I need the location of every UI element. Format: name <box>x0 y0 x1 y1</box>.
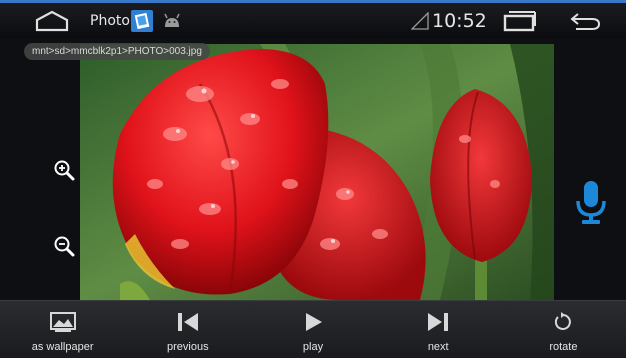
wallpaper-icon <box>49 312 76 332</box>
microphone-icon <box>576 181 606 224</box>
back-button[interactable] <box>568 3 602 38</box>
zoom-in-icon <box>54 160 75 181</box>
rotate-button[interactable]: rotate <box>501 301 626 358</box>
next-label: next <box>427 341 449 353</box>
bottom-toolbar: as wallpaper previous play next rotate <box>0 300 626 358</box>
recent-apps-button[interactable] <box>503 3 537 38</box>
photo-viewer: mnt>sd>mmcblk2p1>PHOTO>003.jpg <box>0 38 626 300</box>
previous-label: previous <box>167 341 209 353</box>
rotate-icon <box>555 312 572 330</box>
android-icon <box>163 3 181 38</box>
play-icon <box>306 313 322 331</box>
skip-next-icon <box>428 313 449 331</box>
clock: 10:52 <box>432 9 487 32</box>
as-wallpaper-label: as wallpaper <box>31 341 94 353</box>
home-button[interactable] <box>34 3 70 38</box>
photo-image[interactable] <box>80 44 554 300</box>
next-button[interactable]: next <box>376 301 501 358</box>
recent-apps-icon <box>503 10 536 31</box>
home-icon <box>35 10 69 31</box>
zoom-out-icon <box>54 236 75 257</box>
app-title: Photo <box>90 12 130 29</box>
photo-app-icon <box>130 3 154 38</box>
voice-button[interactable] <box>568 171 614 233</box>
play-button[interactable]: play <box>250 301 375 358</box>
status-bar: Photo 10:52 <box>0 0 626 38</box>
skip-previous-icon <box>177 313 198 331</box>
play-label: play <box>302 341 324 353</box>
rotate-label: rotate <box>549 341 578 353</box>
zoom-in-button[interactable] <box>48 154 80 186</box>
back-icon <box>570 12 601 30</box>
as-wallpaper-button[interactable]: as wallpaper <box>0 301 125 358</box>
file-path-label: mnt>sd>mmcblk2p1>PHOTO>003.jpg <box>24 43 210 60</box>
signal-icon <box>411 3 429 38</box>
previous-button[interactable]: previous <box>125 301 250 358</box>
zoom-out-button[interactable] <box>48 230 80 262</box>
